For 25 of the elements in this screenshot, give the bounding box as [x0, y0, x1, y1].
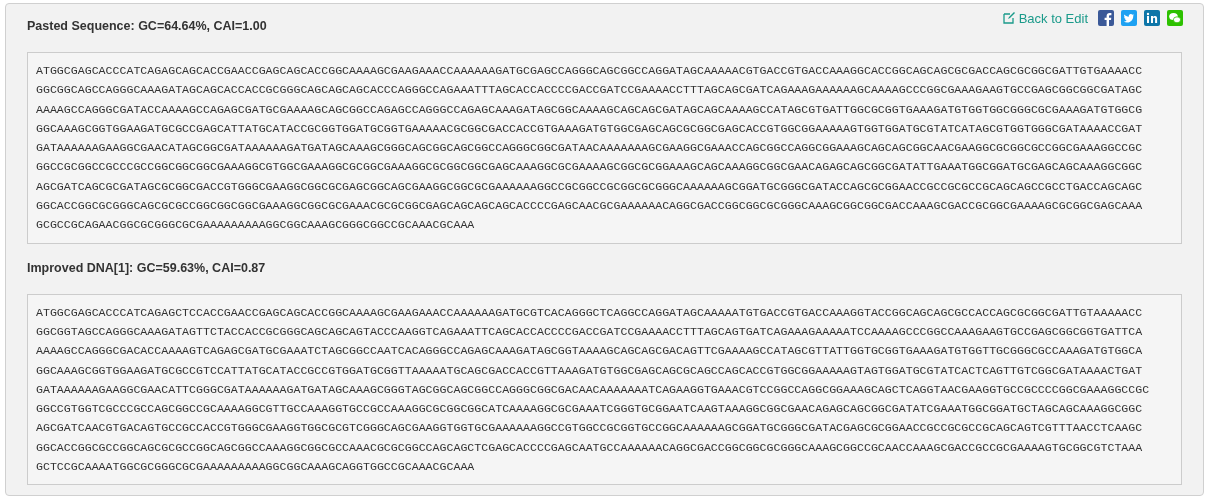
facebook-icon[interactable]	[1098, 10, 1114, 26]
sequence-line: GGCGGTAGCCAGGGCAAAGATAGTTCTACCACCGCGGGCAGCAGCAGTACCCAAGGTCAGAAATTCAGCACCACCCCGACCGATCCGAAAACCTTTAGCAGTGATCAGAAAGAAAAATCCAAAAGCCCGGCCAAAGAAGTGCCGAGCGGCGGTGATTCA	[36, 323, 1143, 340]
sequence-line: AAAAGCCAGGGCGATACCAAAAGCCAGAGCGATGCGAAAAGCAGCGGCCAGAGCCAGGGCCAGAGCAAAGATAGCGGCAAAAGCAGCAGCGATAGCAGCAAAAGCCATAGCGTGATTGGCGCGGTGAAAGATGTGGTGGCGGGCGCGAAAGATGTGGCG	[36, 101, 1143, 118]
sequence-line: GATAAAAAAGAAGGCGAACATTCGGGCGATAAAAAAGATGATAGCAAAGCGGGTAGCGGCAGCGGCCAGGGCGGCGACAACAAAAAAATCAGAAGGTGAAACGTCCGGCCAGGCGGAAAGCAGCTCAGGTAACGAAGGTGCCGCCCCGGCGAAAGGCCGC	[36, 381, 1150, 398]
linkedin-icon[interactable]	[1144, 10, 1160, 26]
section-title: Improved DNA[1]: GC=59.63%, CAI=0.87	[27, 259, 266, 277]
sequence-line: ATGGCGAGCACCCATCAGAGCAGCACCGAACCGAGCAGCACCGGCAAAAGCGAAGAAACCAAAAAAGATGCGAGCCAGGGCAGCGGCCAGGATAGCAAAAACGTGACCGTGACCAAAGGCACCGGCAGCAGCGCGACCAGCGCGGCGATTGTGAAAACC	[36, 63, 1143, 79]
sequence-line: GGCAAAGCGGTGGAAGATGCGCCGAGCATTATGCATACCGCGGTGGATGCGGTGAAAAACGCGGCGACCACCGTGAAAGATGTGGCGAGCAGCGCGGCGAGCACCGTGGCGGAAAAAGTGGTGGATGCGTATCATAGCGTGGTGGGCGATAAAACCGAT	[36, 120, 1143, 137]
sequence-line: AAAAGCCAGGGCGACACCAAAAGTCAGAGCGATGCGAAATCTAGCGGCCAATCACAGGGCCAGAGCAAAGATAGCGGTAAAAGCAGCAGCGACAGTTCGAAAAGCCATAGCGTTATTGGTGCGGTGAAAGATGTGGTTGCGGGCGCCAAAGATGTGGCA	[36, 343, 1143, 360]
sequence-line: AGCGATCAGCGCGATAGCGCGGCGACCGTGGGCGAAGGCGGCGCGAGCGGCAGCGAAGGCGGCGCGAAAAAAGGCCGCGGCCGCGGCGCGGGCAAAAAAGCGGATGCGGGCGATACCAGCGCGGAACCGCCGCGCCGCAGCAGCCGCCTGACCAGCAGC	[36, 178, 1143, 195]
section-title: Pasted Sequence: GC=64.64%, CAI=1.00	[27, 18, 267, 35]
sequence-line: GATAAAAAAGAAGGCGAACATAGCGGCGATAAAAAAGATGATAGCAAAGCGGGCAGCGGCAGCGGCCAGGGCGGCGATAACAAAAAAAGCGAAGGCGAAACCAGCGGCCAGGCGGAAAGCAGCAGCGGCAACGAAGGCGCGGCGCCGGCGAAAGGCCGC	[36, 140, 1143, 157]
sequence-line: GGCGGCAGCCAGGGCAAAGATAGCAGCACCACCGCGGGCAGCAGCAGCACCCAGGGCCAGAAATTTAGCACCACCCCGACCGATCCGAAAACCTTTAGCAGCGATCAGAAAGAAAAAAGCAAAAGCCCGGCGAAAGAAGTGCCGAGCGGCGGCGATAGC	[36, 82, 1143, 99]
sequence-line: GGCCGTGGTCGCCCGCCAGCGGCCGCAAAAGGCGTTGCCAAAGGTGCCGCCAAAGGCGCGGCGGCATCAAAAGGCGCGAAATCGGGTGCGGAATCAAGTAAAGGCGGCGAACAGAGCAGCGGCGATATCGAAATGGCGGATGCTAGCAGCAAAGGCGGC	[36, 401, 1143, 418]
sequence-line: GCGCCGCAGAACGGCGCGGGCGCGAAAAAAAAAGGCGGCAAAGCGGGCGGCCGCAAACGCAAA	[36, 217, 475, 234]
sequence-line: GGCACCGGCGCGGGCAGCGCGCCGGCGGCGGCGAAAGGCGGCGCGAAACGCGCGGCGAGCAGCAGCAGCACCCCGAGCAACGCGAAAAAACAGGCGACCGGCGGCGCGGGCAAAGCGGCGGCGACCAAAGCGACCGCGGCGAAAAGCGCGGCGAGCAAA	[36, 198, 1143, 215]
sequence-line: GGCCGCGGCCGCCCGCCGGCGGCGGCGAAAGGCGTGGCGAAAGGCGCGGCGAAAGGCGCGGCGGCGAGCAAAGGCGCGAAAAGCGGCGCGGAAAGCAGCAAAGGCGGCGAACAGAGCAGCGGCGATATTGAAATGGCGGATGCGAGCAGCAAAGGCGGC	[36, 159, 1143, 176]
back-to-edit-link[interactable]: Back to Edit	[1002, 10, 1088, 26]
sequence-line: GGCACCGGCGCCGGCAGCGCGCCGGCAGCGGCCAAAGGCGGCGCCAAACGCGCGGCCAGCAGCTCGAGCACCCCGAGCAATGCCAAAAAACAGGCGACCGGCGGCGCGGGCAAAGCGGCCGCAACCAAAGCGACCGCCGCGAAAAGTGCGGCGTCTAAA	[36, 439, 1143, 456]
sequence-line: GCTCCGCAAAATGGCGCGGGCGCGAAAAAAAAAGGCGGCAAAGCAGGTGGCCGCAAACGCAAA	[36, 459, 475, 476]
edit-icon	[1002, 12, 1015, 24]
twitter-icon[interactable]	[1121, 10, 1137, 26]
sequence-line: GGCAAAGCGGTGGAAGATGCGCCGTCCATTATGCATACCGCCGTGGATGCGGTTAAAAATGCAGCGACCACCGTTAAAGATGTGGCGAGCAGCGCAGCCAGCACCGTGGCGGAAAAAGTAGTGGATGCGTATCACTCAGTTGTCGGCGATAAAACTGAT	[36, 362, 1143, 379]
sequence-line: AGCGATCAACGTGACAGTGCCGCCACCGTGGGCGAAGGTGGCGCGTCGGGCAGCGAAGGTGGTGCGAAAAAAGGCCGTGGCCGCGGTGCCGGCAAAAAAGCGGATGCGGGCGATACGAGCGCGGAACCGCCGCGCCGCAGCAGTCGTTTAACCTCAAGC	[36, 420, 1143, 437]
sequence-line: ATGGCGAGCACCCATCAGAGCTCCACCGAACCGAGCAGCACCGGCAAAAGCGAAGAAACCAAAAAAGATGCGTCACAGGGCTCAGGCCAGGATAGCAAAAATGTGACCGTGACCAAAGGTACCGGCAGCAGCGCCACCAGCGCGGCGATTGTAAAAACC	[36, 304, 1143, 321]
